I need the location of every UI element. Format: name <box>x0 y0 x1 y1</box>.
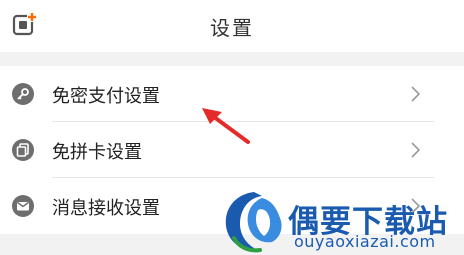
app-header: 设置 <box>0 0 464 52</box>
section-separator <box>0 52 464 66</box>
watermark-domain: ouyaoxiazai.com <box>294 232 436 251</box>
chevron-right-icon <box>411 142 421 158</box>
page-title: 设置 <box>210 16 254 40</box>
mail-icon <box>12 195 34 217</box>
key-icon <box>12 83 34 105</box>
settings-item-label: 免密支付设置 <box>52 86 160 107</box>
chevron-right-icon <box>411 86 421 102</box>
settings-item-label: 消息接收设置 <box>52 198 160 219</box>
red-arrow-annotation <box>202 108 250 144</box>
site-logo-icon <box>225 192 282 253</box>
settings-item-label: 免拼卡设置 <box>52 142 142 163</box>
watermark: 偶要下载站 ouyaoxiazai.com <box>218 188 464 255</box>
card-icon <box>12 139 34 161</box>
